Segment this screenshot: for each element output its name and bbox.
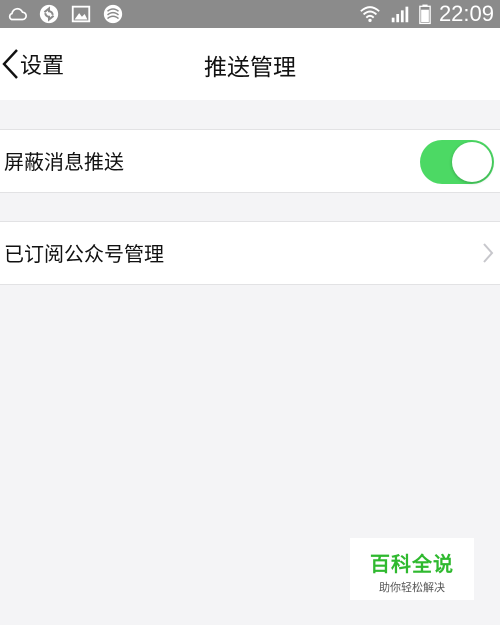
mute-push-toggle[interactable] — [420, 140, 494, 184]
status-bar: 22:09 — [0, 0, 500, 28]
page-title: 推送管理 — [204, 55, 296, 81]
sync-icon — [39, 4, 59, 24]
settings-row-mute-push: 屏蔽消息推送 — [0, 129, 500, 193]
status-bar-left — [6, 3, 124, 25]
battery-icon — [419, 4, 431, 25]
chevron-right-icon — [483, 243, 494, 263]
wifi-icon — [360, 6, 380, 23]
subscriptions-label: 已订阅公众号管理 — [4, 242, 164, 266]
cloud-icon — [8, 7, 27, 21]
watermark-logo: 百科全说 助你轻松解决 — [350, 538, 474, 600]
carrier-icon — [103, 4, 123, 24]
mute-push-label: 屏蔽消息推送 — [4, 150, 124, 174]
toggle-knob — [452, 142, 492, 182]
status-time: 22:09 — [438, 1, 494, 26]
watermark-subtitle: 助你轻松解决 — [379, 581, 445, 594]
navigation-bar: 设置 推送管理 — [0, 28, 500, 100]
status-bar-right: 22:09 — [359, 1, 494, 27]
settings-row-subscriptions[interactable]: 已订阅公众号管理 — [0, 221, 500, 285]
signal-icon — [391, 6, 409, 23]
watermark-title: 百科全说 — [370, 552, 454, 576]
image-icon — [71, 5, 91, 23]
